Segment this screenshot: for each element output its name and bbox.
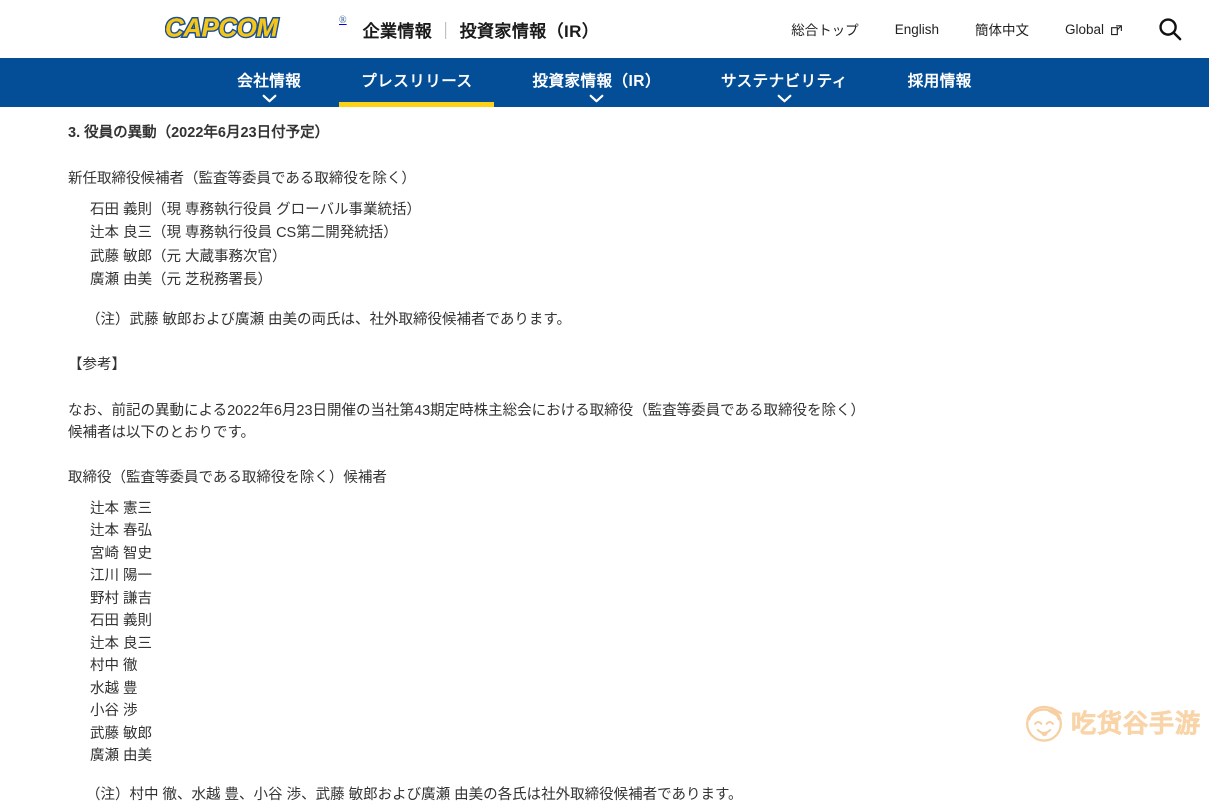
list-item: 石田 義則	[90, 610, 1209, 632]
list-item: 野村 謙吉	[90, 588, 1209, 610]
brand-title: 企業情報｜ 投資家情報（IR）	[363, 17, 600, 42]
util-nav-label: English	[895, 22, 939, 37]
brand-title-secondary: 投資家情報（IR）	[460, 22, 600, 41]
utility-navigation: 総合トップ English 簡体中文 Global	[773, 0, 1209, 58]
util-nav-item-chinese[interactable]: 簡体中文	[957, 19, 1047, 39]
gnav-label: 会社情報	[237, 73, 301, 90]
search-button[interactable]	[1141, 0, 1199, 58]
section-title: 3. 役員の異動（2022年6月23日付予定）	[68, 107, 1209, 145]
gnav-label: 採用情報	[908, 73, 972, 90]
registered-mark: ®	[339, 16, 347, 26]
candidates-note: （注）村中 徹、水越 豊、小谷 渉、武藤 敏郎および廣瀬 由美の各氏は社外取締役…	[68, 784, 1209, 806]
list-item: 辻本 春弘	[90, 520, 1209, 542]
gnav-label: プレスリリース	[361, 73, 472, 90]
capcom-logo-icon: CAPCOM CAPCOM	[165, 14, 337, 44]
svg-text:CAPCOM: CAPCOM	[165, 14, 279, 43]
list-item: 武藤 敏郎（元 大蔵事務次官）	[90, 246, 1209, 269]
new-directors-heading: 新任取締役候補者（監査等委員である取締役を除く）	[68, 168, 1209, 190]
util-nav-item-top[interactable]: 総合トップ	[773, 19, 877, 39]
list-item: 武藤 敏郎	[90, 723, 1209, 745]
util-nav-item-global[interactable]: Global	[1047, 22, 1141, 37]
util-nav-label: Global	[1065, 22, 1104, 37]
list-item: 宮崎 智史	[90, 543, 1209, 565]
gnav-label: 投資家情報（IR）	[532, 73, 661, 90]
main-content: 3. 役員の異動（2022年6月23日付予定） 新任取締役候補者（監査等委員であ…	[0, 107, 1209, 806]
external-link-icon	[1110, 24, 1123, 37]
brand-title-separator: ｜	[437, 22, 454, 41]
gnav-label: サステナビリティ	[721, 73, 848, 90]
gnav-item-press-release[interactable]: プレスリリース	[331, 58, 502, 96]
list-item: 江川 陽一	[90, 565, 1209, 587]
reference-paragraph: なお、前記の異動による2022年6月23日開催の当社第43期定時株主総会における…	[68, 400, 868, 445]
chevron-down-icon	[589, 94, 604, 103]
gnav-item-sustainability[interactable]: サステナビリティ	[691, 58, 878, 96]
candidates-list: 辻本 憲三 辻本 春弘 宮崎 智史 江川 陽一 野村 謙吉 石田 義則 辻本 良…	[68, 498, 1209, 768]
list-item: 辻本 良三	[90, 633, 1209, 655]
util-nav-label: 総合トップ	[791, 19, 859, 39]
gnav-item-recruit[interactable]: 採用情報	[878, 58, 1002, 96]
chevron-down-icon	[777, 94, 792, 103]
list-item: 村中 徹	[90, 655, 1209, 677]
brand-area: CAPCOM CAPCOM ® 企業情報｜ 投資家情報（IR）	[165, 14, 599, 44]
new-directors-note: （注）武藤 敏郎および廣瀬 由美の両氏は、社外取締役候補者であります。	[68, 309, 1209, 331]
global-navigation: 会社情報 プレスリリース 投資家情報（IR） サステナビリティ 採用情報	[0, 58, 1209, 107]
list-item: 小谷 渉	[90, 700, 1209, 722]
capcom-logo[interactable]: CAPCOM CAPCOM ®	[165, 14, 347, 44]
chevron-down-icon	[262, 94, 277, 103]
reference-heading: 【参考】	[68, 354, 1209, 376]
util-nav-label: 簡体中文	[975, 19, 1029, 39]
list-item: 廣瀬 由美	[90, 745, 1209, 767]
list-item: 辻本 憲三	[90, 498, 1209, 520]
new-directors-list: 石田 義則（現 専務執行役員 グローバル事業統括） 辻本 良三（現 専務執行役員…	[68, 199, 1209, 293]
list-item: 水越 豊	[90, 678, 1209, 700]
site-header: CAPCOM CAPCOM ® 企業情報｜ 投資家情報（IR） 総合トップ Eng…	[0, 0, 1209, 58]
util-nav-item-english[interactable]: English	[877, 22, 957, 37]
candidates-heading: 取締役（監査等委員である取締役を除く）候補者	[68, 467, 1209, 489]
list-item: 廣瀬 由美（元 芝税務署長）	[90, 269, 1209, 292]
gnav-item-ir[interactable]: 投資家情報（IR）	[502, 58, 691, 96]
list-item: 辻本 良三（現 専務執行役員 CS第二開発統括）	[90, 222, 1209, 245]
list-item: 石田 義則（現 専務執行役員 グローバル事業統括）	[90, 199, 1209, 222]
gnav-item-company[interactable]: 会社情報	[207, 58, 331, 96]
brand-title-primary: 企業情報	[363, 22, 433, 41]
search-icon	[1157, 16, 1184, 43]
